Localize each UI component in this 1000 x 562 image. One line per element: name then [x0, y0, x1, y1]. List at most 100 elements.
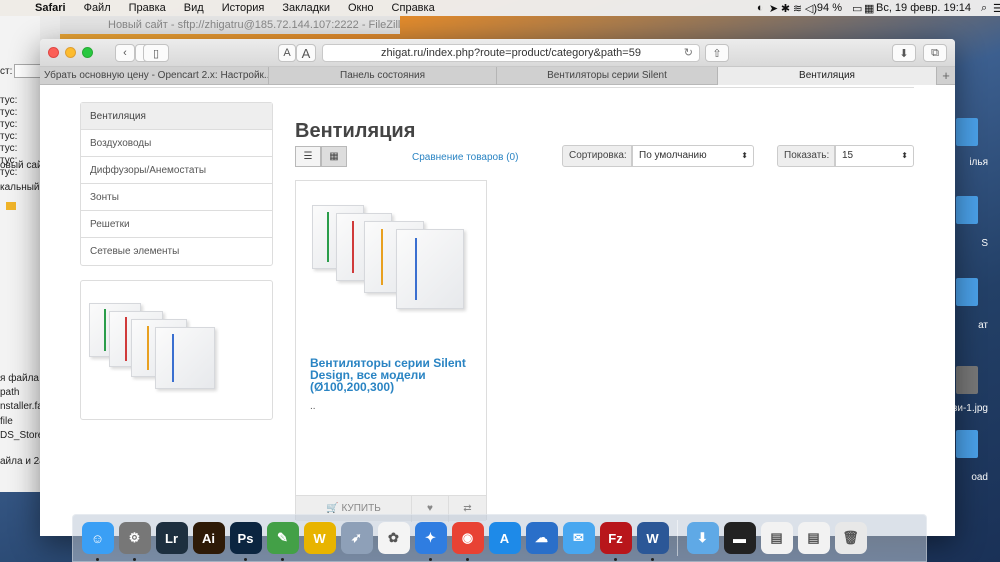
desktop-image-icon[interactable]	[956, 366, 978, 394]
desktop-label[interactable]: ат	[978, 320, 988, 331]
fz-summary: айла и 24	[0, 456, 40, 467]
menu-file[interactable]: Файл	[75, 2, 120, 14]
zoom-window-button[interactable]	[82, 47, 93, 58]
minimize-window-button[interactable]	[65, 47, 76, 58]
menu-edit[interactable]: Правка	[120, 2, 175, 14]
list-view-button[interactable]: ☰	[295, 146, 321, 167]
lightroom-glyph: Lr	[165, 530, 178, 546]
window-thumbnail-1-icon[interactable]: ▤	[760, 522, 793, 554]
back-button[interactable]: ‹	[115, 44, 135, 62]
tab-opencart[interactable]: Убрать основную цену - Opencart 2.x: Нас…	[40, 67, 269, 85]
product-title-link[interactable]: Вентиляторы серии Silent Design, все мод…	[310, 357, 475, 393]
show-tabs-button[interactable]: ⧉	[923, 44, 947, 62]
location-tray-icon[interactable]: ➤	[764, 2, 778, 15]
category-grilles[interactable]: Решетки	[81, 211, 272, 238]
battery-icon[interactable]: ▭	[847, 2, 862, 15]
desktop-folder-icon[interactable]	[956, 430, 978, 458]
fz-file-row[interactable]: path	[0, 387, 19, 398]
evernote-tray-icon[interactable]: ◐	[752, 2, 764, 14]
fz-file-row[interactable]: nstaller.fa	[0, 401, 40, 412]
category-ducts[interactable]: Воздуховоды	[81, 130, 272, 157]
menu-history[interactable]: История	[213, 2, 274, 14]
photos-icon[interactable]: ✿	[377, 522, 410, 554]
desktop-folder-icon[interactable]	[956, 278, 978, 306]
photos-glyph: ✿	[388, 530, 399, 545]
category-ventilation[interactable]: Вентиляция	[81, 103, 272, 130]
evernote-icon[interactable]: ✎	[266, 522, 299, 561]
bluetooth-icon[interactable]: ✱	[776, 2, 790, 15]
fz-host-input[interactable]	[14, 64, 40, 78]
folder-icon	[6, 202, 16, 210]
running-indicator	[650, 558, 654, 561]
tab-silent-fans[interactable]: Вентиляторы серии Silent	[497, 67, 718, 85]
downloads-folder-icon[interactable]: ⬇	[686, 522, 719, 554]
address-bar[interactable]: zhigat.ru/index.php?route=product/catego…	[322, 44, 700, 62]
evernote-glyph: ✎	[277, 530, 288, 545]
menu-app-name[interactable]: Safari	[26, 2, 75, 14]
photoshop-icon[interactable]: Ps	[229, 522, 262, 561]
notification-center-icon[interactable]: ☰	[988, 2, 1000, 15]
cloud-icon[interactable]: ☁	[525, 522, 558, 554]
address-text: zhigat.ru/index.php?route=product/catego…	[381, 47, 641, 59]
trash-icon[interactable]: 🗑	[834, 522, 867, 554]
grid-view-button[interactable]: ▦	[321, 146, 347, 167]
desktop-label[interactable]: S	[981, 238, 988, 249]
font-smaller-button[interactable]: A	[278, 44, 296, 62]
tab-ventilation[interactable]: Вентиляция	[718, 67, 937, 85]
volume-icon[interactable]: ◁)	[800, 2, 817, 15]
filezilla-icon[interactable]: Fz	[599, 522, 632, 561]
sort-select[interactable]: По умолчанию ⬍	[632, 145, 754, 167]
category-network-elements[interactable]: Сетевые элементы	[81, 238, 272, 265]
clock[interactable]: Вс, 19 февр. 19:14	[871, 2, 976, 14]
safari-icon[interactable]: ✦	[414, 522, 447, 561]
messages-icon[interactable]: ✉	[562, 522, 595, 554]
menu-window[interactable]: Окно	[339, 2, 383, 14]
wifi-icon[interactable]: ≋	[788, 2, 802, 15]
desktop-label[interactable]: oad	[971, 472, 988, 483]
wunderlist-icon[interactable]: W	[303, 522, 336, 554]
product-image[interactable]	[306, 195, 478, 335]
window-thumbnail-2-icon[interactable]: ▤	[797, 522, 830, 554]
sidebar-button[interactable]: ▯	[143, 44, 169, 62]
compare-link[interactable]: Сравнение товаров (0)	[412, 152, 518, 163]
new-tab-button[interactable]: +	[937, 67, 955, 85]
launchpad-icon[interactable]: ➶	[340, 522, 373, 554]
word-icon[interactable]: W	[636, 522, 669, 561]
list-icon: ☰	[303, 151, 313, 162]
category-diffusers[interactable]: Диффузоры/Анемостаты	[81, 157, 272, 184]
lightroom-icon[interactable]: Lr	[155, 522, 188, 554]
font-larger-button[interactable]: A	[296, 44, 316, 62]
add-to-cart-label: КУПИТЬ	[341, 503, 381, 514]
battery-percent[interactable]: 94 %	[812, 2, 847, 14]
desktop-folder-icon[interactable]	[956, 196, 978, 224]
reload-icon[interactable]: ↻	[684, 46, 693, 59]
menu-view[interactable]: Вид	[175, 2, 213, 14]
limit-select[interactable]: 15 ⬍	[835, 145, 914, 167]
app-store-icon[interactable]: A	[488, 522, 521, 554]
close-window-button[interactable]	[48, 47, 59, 58]
chrome-icon[interactable]: ◉	[451, 522, 484, 561]
desktop-label[interactable]: ілья	[969, 157, 988, 168]
spotlight-icon[interactable]: ⌕	[976, 2, 988, 15]
tab-status-panel[interactable]: Панель состояния	[269, 67, 497, 85]
category-banner-image[interactable]	[80, 280, 273, 420]
desktop-folder-icon[interactable]	[956, 118, 978, 146]
flag-icon[interactable]: ▦	[859, 2, 874, 15]
fz-files-header[interactable]: я файла	[0, 373, 39, 384]
share-button[interactable]: ⇧	[705, 44, 729, 62]
fz-file-row[interactable]: DS_Store	[0, 430, 40, 441]
safari-toolbar: ‹ › ▯ A A zhigat.ru/index.php?route=prod…	[40, 39, 955, 67]
illustrator-icon[interactable]: Ai	[192, 522, 225, 554]
downloads-button[interactable]: ⬇	[892, 44, 916, 62]
system-preferences-icon[interactable]: ⚙	[118, 522, 151, 561]
terminal-thumbnail-icon[interactable]: ▬	[723, 522, 756, 554]
menu-bookmarks[interactable]: Закладки	[273, 2, 339, 14]
desktop-label[interactable]: ви-1.jpg	[952, 403, 988, 414]
share-icon: ⇧	[712, 47, 722, 60]
select-arrows-icon: ⬍	[741, 151, 748, 160]
wunderlist-glyph: W	[313, 530, 326, 546]
category-hoods[interactable]: Зонты	[81, 184, 272, 211]
finder-icon[interactable]: ☺	[81, 522, 114, 561]
menu-help[interactable]: Справка	[383, 2, 444, 14]
fz-file-row[interactable]: file	[0, 416, 13, 427]
